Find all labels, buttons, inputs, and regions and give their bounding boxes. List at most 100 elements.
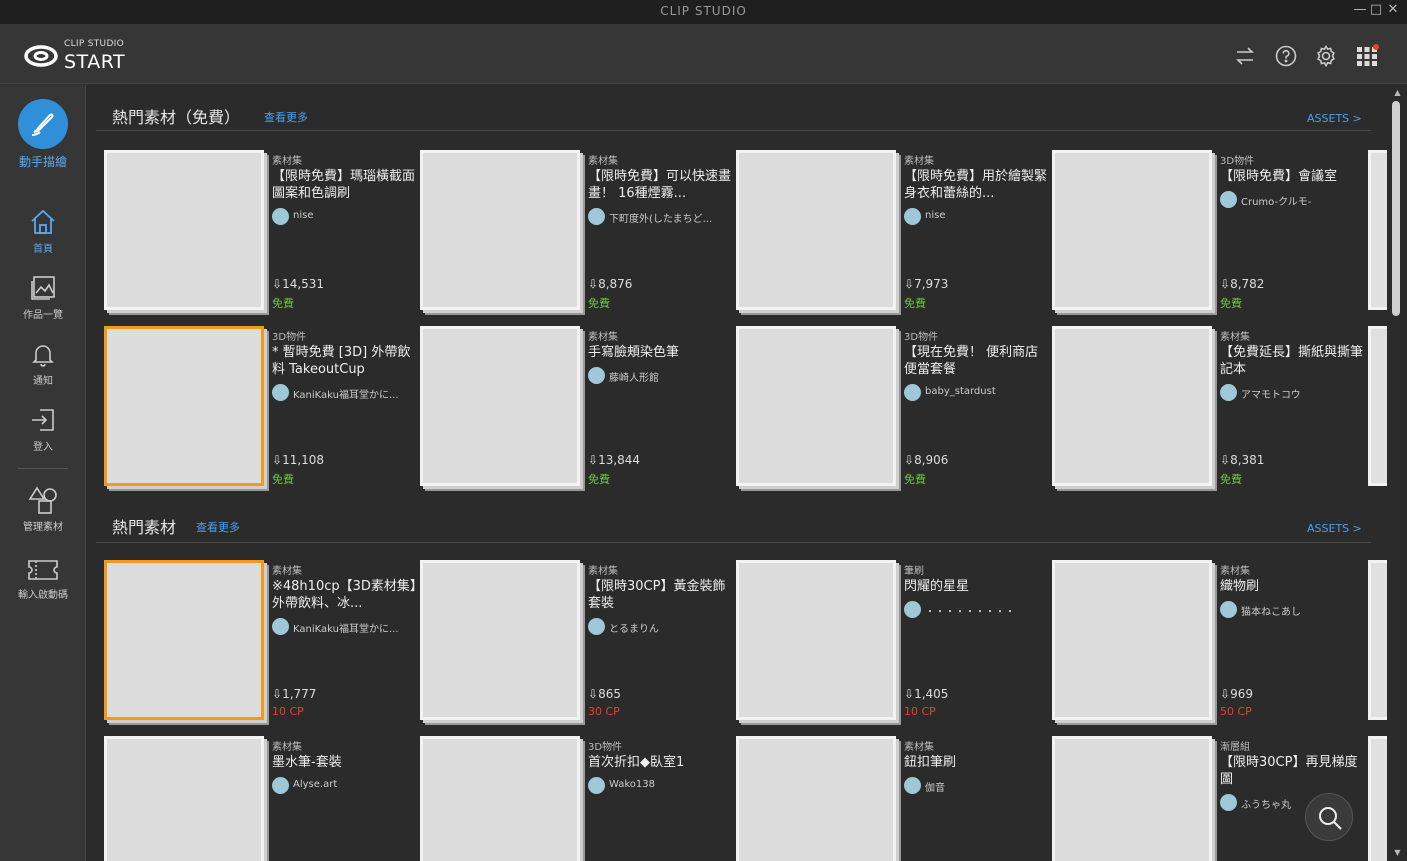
- close-button[interactable]: ✕: [1383, 2, 1403, 17]
- card-partial[interactable]: [1368, 326, 1387, 486]
- material-author[interactable]: baby_stardust: [904, 384, 1049, 402]
- material-card[interactable]: 素材集 【限時免費】瑪瑙橫截面圖案和色調刷 nise ⇩14,531 免費: [104, 150, 417, 310]
- help-icon[interactable]: [1274, 44, 1298, 68]
- material-card[interactable]: 素材集 手寫臉頰染色筆 藤崎人形館 ⇩13,844 免費: [420, 326, 730, 486]
- material-author[interactable]: nise: [272, 208, 417, 226]
- avatar: [588, 777, 605, 794]
- material-thumbnail[interactable]: [1052, 736, 1212, 861]
- material-name[interactable]: 【限時免費】可以快速畫畫！ 16種煙霧...: [588, 168, 733, 202]
- login-icon: [32, 409, 54, 431]
- material-author[interactable]: 藤崎人形館: [588, 367, 733, 385]
- material-author[interactable]: KaniKaku福耳堂かに...: [272, 384, 417, 402]
- material-thumbnail[interactable]: [1052, 560, 1212, 720]
- material-thumbnail[interactable]: [104, 560, 264, 720]
- material-thumbnail[interactable]: [1052, 150, 1212, 310]
- material-thumbnail[interactable]: [104, 736, 264, 861]
- material-card[interactable]: 素材集 【限時免費】可以快速畫畫！ 16種煙霧... 下町度外(したまちど...…: [420, 150, 733, 310]
- material-thumbnail[interactable]: [736, 560, 896, 720]
- material-thumbnail[interactable]: [420, 326, 580, 486]
- scroll-up-arrow-icon[interactable]: ▲: [1388, 88, 1407, 97]
- material-name[interactable]: 【限時免費】用於繪製緊身衣和蕾絲的...: [904, 168, 1049, 202]
- material-name[interactable]: * 暫時免費 [3D] 外帶飲料 TakeoutCup: [272, 344, 417, 378]
- material-name[interactable]: 【限時免費】瑪瑙橫截面圖案和色調刷: [272, 168, 417, 202]
- apps-grid-icon[interactable]: [1355, 44, 1379, 68]
- nav-login[interactable]: 登入: [0, 405, 86, 453]
- thumbnail-image-placeholder: [739, 739, 893, 861]
- card-partial[interactable]: [1368, 150, 1387, 310]
- scrollbar[interactable]: ▲ ▼: [1388, 85, 1407, 861]
- material-name[interactable]: 墨水筆-套裝: [272, 754, 417, 771]
- scroll-thumb[interactable]: [1392, 101, 1400, 316]
- material-card[interactable]: 3D物件 【限時免費】會議室 Crumo-クルモ- ⇩8,782 免費: [1052, 150, 1362, 310]
- material-thumbnail[interactable]: [1052, 326, 1212, 486]
- download-count-value: 7,973: [914, 277, 949, 291]
- material-thumbnail[interactable]: [736, 736, 896, 861]
- avatar: [1220, 794, 1237, 811]
- material-author[interactable]: nise: [904, 208, 1049, 226]
- material-name[interactable]: 【限時30CP】黃金裝飾套裝: [588, 578, 733, 612]
- material-card[interactable]: 素材集 鈕扣筆刷 伽音: [736, 736, 1046, 861]
- material-card[interactable]: 3D物件 * 暫時免費 [3D] 外帶飲料 TakeoutCup KaniKak…: [104, 326, 414, 486]
- material-thumbnail[interactable]: [104, 326, 264, 486]
- avatar: [904, 208, 921, 225]
- material-card[interactable]: 素材集 ※48h10cp【3D素材集】外帶飲料、冰... KaniKaku福耳堂…: [104, 560, 417, 720]
- material-thumbnail[interactable]: [420, 150, 580, 310]
- material-name[interactable]: 首次折扣◆臥室1: [588, 754, 733, 771]
- material-card[interactable]: 素材集 【免費延長】撕紙與撕筆記本 アマモトコウ ⇩8,381 免費: [1052, 326, 1365, 486]
- material-author[interactable]: Crumo-クルモ-: [1220, 191, 1365, 209]
- see-more-popular-link[interactable]: 查看更多: [196, 519, 240, 535]
- material-name[interactable]: 織物刷: [1220, 578, 1365, 595]
- material-name[interactable]: 閃耀的星星: [904, 578, 1049, 595]
- material-card[interactable]: 素材集 織物刷 猫本ねこあし ⇩969 50 CP: [1052, 560, 1362, 720]
- main-content: 熱門素材（免費） 查看更多 ASSETS > 素材集 【限時免費】瑪瑙橫截面圖案…: [87, 85, 1387, 861]
- material-card[interactable]: 3D物件 【現在免費！ 便利商店便當套餐 baby_stardust ⇩8,90…: [736, 326, 1046, 486]
- see-more-free-link[interactable]: 查看更多: [264, 109, 308, 125]
- material-name[interactable]: 【限時30CP】再見梯度圖: [1220, 754, 1365, 788]
- material-author[interactable]: とるまりん: [588, 618, 733, 636]
- card-partial[interactable]: [1368, 736, 1387, 861]
- material-thumbnail[interactable]: [420, 560, 580, 720]
- gear-icon[interactable]: [1314, 44, 1338, 68]
- material-thumbnail[interactable]: [420, 736, 580, 861]
- material-author[interactable]: アマモトコウ: [1220, 384, 1365, 402]
- material-thumbnail[interactable]: [736, 150, 896, 310]
- nav-notifications[interactable]: 通知: [0, 339, 86, 387]
- material-thumbnail[interactable]: [736, 326, 896, 486]
- material-info: 筆刷 閃耀的星星 ・・・・・・・・・ ⇩1,405 10 CP: [904, 560, 1049, 720]
- material-author[interactable]: Alyse.art: [272, 777, 417, 795]
- draw-button[interactable]: [18, 99, 68, 149]
- material-author[interactable]: 猫本ねこあし: [1220, 601, 1365, 619]
- material-card[interactable]: 素材集 墨水筆-套裝 Alyse.art: [104, 736, 414, 861]
- material-name[interactable]: ※48h10cp【3D素材集】外帶飲料、冰...: [272, 578, 417, 612]
- material-card[interactable]: 筆刷 閃耀的星星 ・・・・・・・・・ ⇩1,405 10 CP: [736, 560, 1046, 720]
- material-name[interactable]: 鈕扣筆刷: [904, 754, 1049, 771]
- thumbnail-image-placeholder: [423, 153, 577, 307]
- nav-activation-code[interactable]: 輸入啟動碼: [0, 557, 86, 601]
- assets-link-free[interactable]: ASSETS >: [1307, 112, 1362, 125]
- material-author[interactable]: ・・・・・・・・・: [904, 601, 1049, 619]
- material-name[interactable]: 手寫臉頰染色筆: [588, 344, 733, 361]
- download-icon: ⇩: [588, 453, 599, 467]
- material-card[interactable]: 素材集 【限時免費】用於繪製緊身衣和蕾絲的... nise ⇩7,973 免費: [736, 150, 1049, 310]
- material-author[interactable]: 下町度外(したまちど...: [588, 208, 733, 226]
- material-card[interactable]: 素材集 【限時30CP】黃金裝飾套裝 とるまりん ⇩865 30 CP: [420, 560, 730, 720]
- scroll-down-arrow-icon[interactable]: ▼: [1388, 848, 1407, 857]
- nav-gallery[interactable]: 作品一覽: [0, 273, 86, 321]
- search-button[interactable]: [1305, 793, 1353, 841]
- material-name[interactable]: 【現在免費！ 便利商店便當套餐: [904, 344, 1049, 378]
- nav-home[interactable]: 首頁: [0, 207, 86, 255]
- material-author[interactable]: Wako138: [588, 777, 733, 795]
- switch-icon[interactable]: [1233, 44, 1257, 68]
- material-author[interactable]: 伽音: [904, 777, 1049, 795]
- material-card[interactable]: 3D物件 首次折扣◆臥室1 Wako138: [420, 736, 730, 861]
- material-author[interactable]: KaniKaku福耳堂かに...: [272, 618, 417, 636]
- assets-link-popular[interactable]: ASSETS >: [1307, 522, 1362, 535]
- download-count-value: 8,876: [598, 277, 633, 291]
- card-partial[interactable]: [1368, 560, 1387, 720]
- material-name[interactable]: 【限時免費】會議室: [1220, 168, 1365, 185]
- author-name: nise: [293, 210, 314, 221]
- download-count: ⇩8,782: [1220, 277, 1264, 291]
- nav-manage-materials[interactable]: 管理素材: [0, 485, 86, 533]
- material-name[interactable]: 【免費延長】撕紙與撕筆記本: [1220, 344, 1365, 378]
- material-thumbnail[interactable]: [104, 150, 264, 310]
